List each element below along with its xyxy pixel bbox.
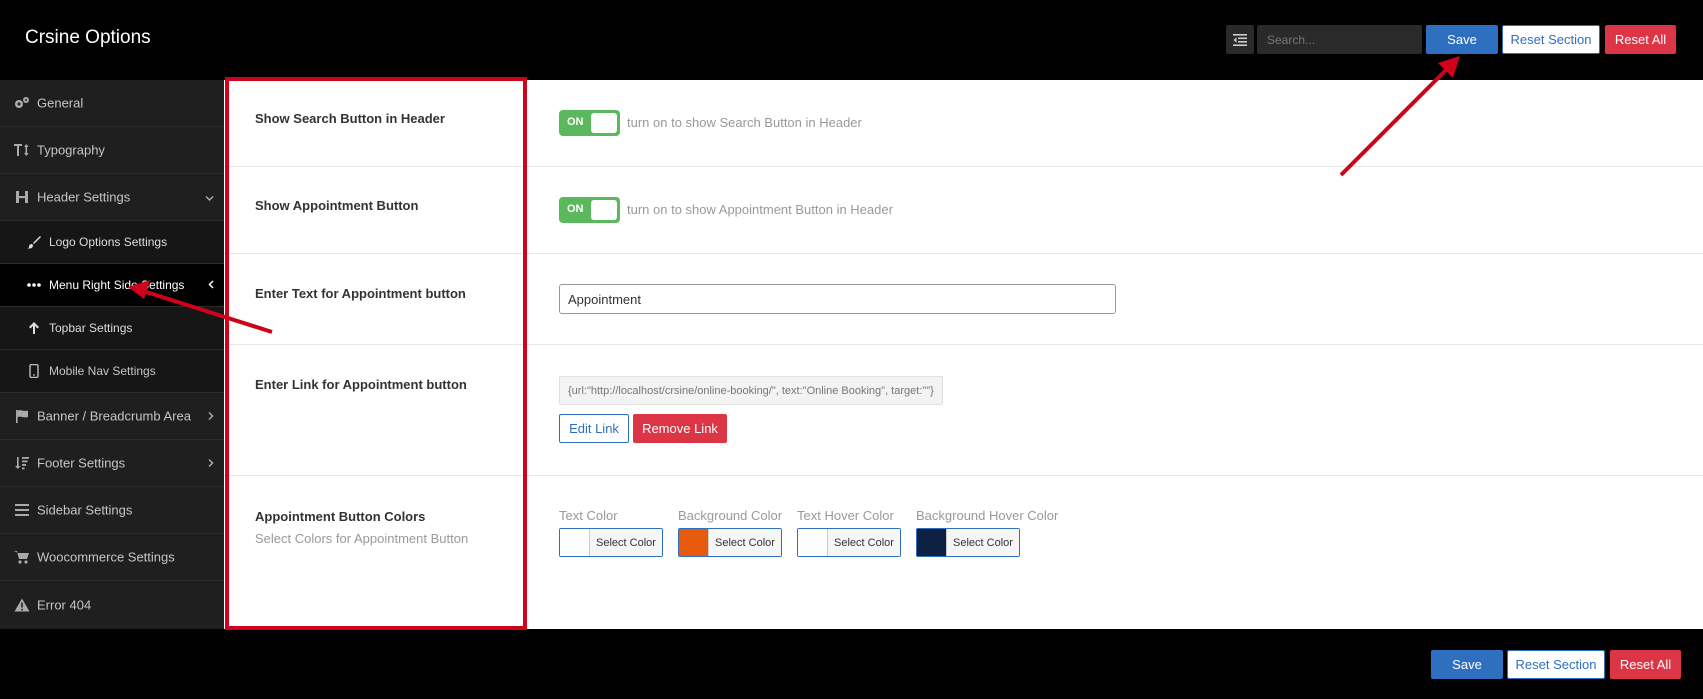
app-title: Crsine Options bbox=[25, 27, 151, 48]
header-icon bbox=[14, 189, 30, 205]
text-hover-color-group: Text Hover Color Select Color bbox=[797, 508, 901, 557]
sidebar-item-sidebar-settings[interactable]: Sidebar Settings bbox=[0, 487, 224, 534]
setting-row-search-button: Show Search Button in Header ON turn on … bbox=[224, 80, 1703, 167]
chevron-right-icon bbox=[208, 409, 214, 424]
reset-all-button[interactable]: Reset All bbox=[1605, 25, 1676, 54]
appointment-text-input[interactable] bbox=[559, 284, 1116, 314]
chevron-left-icon bbox=[208, 278, 214, 292]
bars-icon bbox=[14, 502, 30, 518]
toggle-knob bbox=[591, 113, 617, 133]
sidebar-item-label: Typography bbox=[37, 142, 105, 158]
setting-label: Show Appointment Button bbox=[255, 198, 419, 213]
sidebar-item-label: Banner / Breadcrumb Area bbox=[37, 408, 191, 424]
toggle-knob bbox=[591, 200, 617, 220]
sidebar-item-label: Woocommerce Settings bbox=[37, 549, 175, 565]
chevron-down-icon bbox=[205, 190, 214, 205]
sidebar-item-label: Logo Options Settings bbox=[49, 235, 168, 249]
color-label: Text Color bbox=[559, 508, 618, 523]
text-color-picker[interactable]: Select Color bbox=[559, 528, 663, 557]
remove-link-button[interactable]: Remove Link bbox=[633, 414, 727, 443]
setting-description: turn on to show Search Button in Header bbox=[627, 115, 862, 130]
setting-row-appointment-colors: Appointment Button Colors Select Colors … bbox=[224, 476, 1703, 629]
sidebar-item-mobile-nav[interactable]: Mobile Nav Settings bbox=[0, 350, 224, 393]
search-input[interactable] bbox=[1257, 25, 1422, 54]
sort-icon bbox=[14, 455, 30, 471]
sidebar-item-typography[interactable]: Typography bbox=[0, 127, 224, 174]
color-label: Background Hover Color bbox=[916, 508, 1059, 523]
cart-icon bbox=[14, 549, 30, 565]
setting-row-appointment-text: Enter Text for Appointment button bbox=[224, 254, 1703, 345]
ellipsis-icon bbox=[26, 277, 42, 293]
background-color-picker[interactable]: Select Color bbox=[678, 528, 782, 557]
select-color-button[interactable]: Select Color bbox=[590, 529, 662, 556]
setting-label: Appointment Button Colors bbox=[255, 509, 426, 524]
brush-icon bbox=[26, 234, 42, 250]
setting-row-appointment-button: Show Appointment Button ON turn on to sh… bbox=[224, 167, 1703, 254]
sidebar-item-woocommerce[interactable]: Woocommerce Settings bbox=[0, 534, 224, 581]
save-button[interactable]: Save bbox=[1426, 25, 1498, 54]
setting-label: Show Search Button in Header bbox=[255, 111, 445, 126]
outdent-icon bbox=[1233, 33, 1247, 46]
setting-label: Enter Link for Appointment button bbox=[255, 377, 467, 392]
color-label: Text Hover Color bbox=[797, 508, 894, 523]
background-color-group: Background Color Select Color bbox=[678, 508, 783, 557]
sidebar-item-label: Topbar Settings bbox=[49, 321, 133, 335]
background-hover-color-group: Background Hover Color Select Color bbox=[916, 508, 1059, 557]
gears-icon bbox=[14, 95, 30, 111]
setting-description: turn on to show Appointment Button in He… bbox=[627, 202, 893, 217]
footer-reset-all-button[interactable]: Reset All bbox=[1610, 650, 1681, 679]
text-color-group: Text Color Select Color bbox=[559, 508, 663, 557]
sidebar-item-label: Mobile Nav Settings bbox=[49, 364, 156, 378]
sidebar-item-menu-right-side[interactable]: Menu Right Side Settings bbox=[0, 264, 224, 307]
appointment-button-toggle[interactable]: ON bbox=[559, 197, 620, 223]
settings-panel: Show Search Button in Header ON turn on … bbox=[224, 80, 1703, 629]
sidebar-item-header-settings[interactable]: Header Settings bbox=[0, 174, 224, 221]
top-bar: Crsine Options Save Reset Section Reset … bbox=[0, 0, 1703, 80]
select-color-button[interactable]: Select Color bbox=[947, 529, 1019, 556]
color-swatch bbox=[679, 529, 709, 556]
flag-icon bbox=[14, 408, 30, 424]
color-swatch bbox=[798, 529, 828, 556]
toggle-state: ON bbox=[567, 203, 584, 215]
setting-description: Select Colors for Appointment Button bbox=[255, 531, 469, 546]
sidebar-item-label: Footer Settings bbox=[37, 455, 126, 471]
search-button-toggle[interactable]: ON bbox=[559, 110, 620, 136]
reset-section-button[interactable]: Reset Section bbox=[1502, 25, 1600, 54]
select-color-button[interactable]: Select Color bbox=[709, 529, 781, 556]
sidebar-item-topbar[interactable]: Topbar Settings bbox=[0, 307, 224, 350]
expand-options-button[interactable] bbox=[1226, 25, 1254, 54]
color-label: Background Color bbox=[678, 508, 783, 523]
color-swatch bbox=[560, 529, 590, 556]
appointment-link-value: {url:"http://localhost/crsine/online-boo… bbox=[559, 376, 943, 405]
footer-reset-section-button[interactable]: Reset Section bbox=[1507, 650, 1605, 679]
chevron-right-icon bbox=[208, 456, 214, 471]
sidebar-item-label: Sidebar Settings bbox=[37, 502, 133, 518]
sidebar-item-footer[interactable]: Footer Settings bbox=[0, 440, 224, 487]
sidebar-item-label: General bbox=[37, 95, 84, 111]
sidebar-item-logo-options[interactable]: Logo Options Settings bbox=[0, 221, 224, 264]
text-hover-color-picker[interactable]: Select Color bbox=[797, 528, 901, 557]
mobile-icon bbox=[26, 363, 42, 379]
sidebar-item-error-404[interactable]: Error 404 bbox=[0, 581, 224, 629]
sidebar-item-banner[interactable]: Banner / Breadcrumb Area bbox=[0, 393, 224, 440]
sidebar-item-label: Menu Right Side Settings bbox=[49, 278, 185, 292]
warning-icon bbox=[14, 597, 30, 613]
sidebar-item-label: Error 404 bbox=[37, 597, 92, 613]
select-color-button[interactable]: Select Color bbox=[828, 529, 900, 556]
arrow-up-icon bbox=[26, 320, 42, 336]
sidebar-item-general[interactable]: General bbox=[0, 80, 224, 127]
color-swatch bbox=[917, 529, 947, 556]
edit-link-button[interactable]: Edit Link bbox=[559, 414, 629, 443]
setting-label: Enter Text for Appointment button bbox=[255, 286, 466, 301]
text-height-icon bbox=[14, 142, 30, 158]
toggle-state: ON bbox=[567, 116, 584, 128]
setting-row-appointment-link: Enter Link for Appointment button {url:"… bbox=[224, 345, 1703, 476]
sidebar: General Typography Header Settings Logo … bbox=[0, 80, 224, 629]
background-hover-color-picker[interactable]: Select Color bbox=[916, 528, 1020, 557]
footer-save-button[interactable]: Save bbox=[1431, 650, 1503, 679]
sidebar-item-label: Header Settings bbox=[37, 189, 131, 205]
